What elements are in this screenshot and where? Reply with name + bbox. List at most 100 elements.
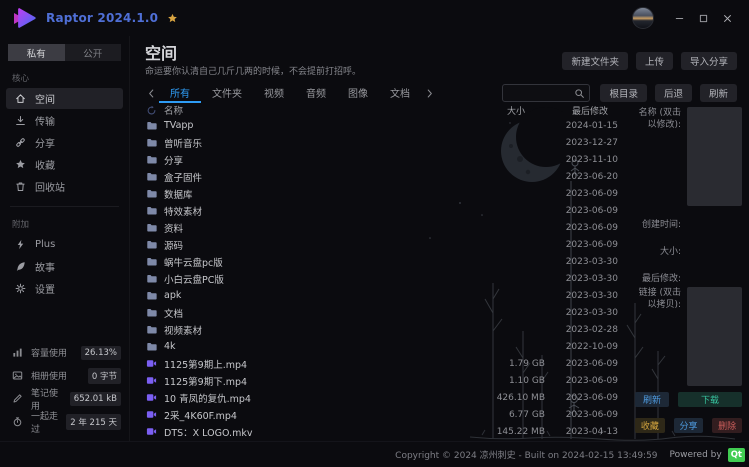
name-box[interactable]	[687, 107, 742, 206]
download-button[interactable]: 下载	[678, 392, 742, 407]
search-box[interactable]	[502, 84, 591, 102]
table-row[interactable]: DTS：X LOGO.mkv 145.22 MB 2023-04-13	[130, 423, 618, 440]
import-share-button[interactable]: 导入分享	[680, 52, 737, 70]
row-modified: 2023-06-09	[565, 188, 618, 199]
table-row[interactable]: 4k 2022-10-09	[130, 338, 618, 355]
column-header-name[interactable]: 名称	[164, 103, 183, 117]
tab-all[interactable]: 所有	[159, 83, 201, 103]
folder-icon	[146, 222, 157, 233]
stat-notes-usage: 笔记使用 652.01 kB	[0, 387, 129, 412]
row-modified: 2023-03-30	[565, 290, 618, 301]
tabs-scroll-left-icon[interactable]	[143, 88, 159, 99]
tab-folders[interactable]: 文件夹	[201, 83, 253, 103]
tab-audio[interactable]: 音频	[295, 83, 337, 103]
tab-videos[interactable]: 视频	[253, 83, 295, 103]
table-row[interactable]: 蜗牛云盘pc版 2023-03-30	[130, 253, 618, 270]
stat-value: 0 字节	[87, 367, 121, 384]
modified-label: 最后修改:	[641, 274, 681, 284]
link-box[interactable]	[687, 287, 742, 386]
table-row[interactable]: 曾听音乐 2023-12-27	[130, 134, 618, 151]
sidebar-item-plus[interactable]: Plus	[6, 234, 123, 255]
search-input[interactable]	[508, 88, 575, 98]
watch-icon	[12, 416, 23, 427]
row-modified: 2023-03-30	[565, 256, 618, 267]
app-window: Raptor 2024.1.0 私有 公开 核心 空间 传输 分享 收藏 回收站…	[0, 0, 749, 467]
field-link: 链接 (双击以拷贝):	[635, 287, 742, 386]
maximize-button[interactable]	[691, 7, 715, 29]
refresh-detail-button[interactable]: 刷新	[635, 392, 670, 407]
delete-button[interactable]: 删除	[712, 418, 743, 433]
sidebar-item-share[interactable]: 分享	[6, 132, 123, 153]
folder-icon	[146, 154, 157, 165]
close-button[interactable]	[715, 7, 739, 29]
table-row[interactable]: 10 青凤的复仇.mp4 426.10 MB 2023-06-09	[130, 389, 618, 406]
tab-public[interactable]: 公开	[64, 44, 121, 61]
minimize-button[interactable]	[667, 7, 691, 29]
folder-icon	[146, 188, 157, 199]
table-row[interactable]: TVapp 2024-01-15	[130, 117, 618, 134]
size-label: 大小:	[659, 247, 681, 257]
table-row[interactable]: 源码 2023-06-09	[130, 236, 618, 253]
table-row[interactable]: 数据库 2023-06-09	[130, 185, 618, 202]
tab-private[interactable]: 私有	[8, 44, 65, 61]
pen-icon	[12, 393, 23, 404]
table-row[interactable]: apk 2023-03-30	[130, 287, 618, 304]
list-rows: TVapp 2024-01-15 曾听音乐 2023-12-27 分享 2023…	[130, 117, 618, 441]
table-row[interactable]: 盒子固件 2023-06-20	[130, 168, 618, 185]
table-row[interactable]: 文档 2023-03-30	[130, 304, 618, 321]
chart-icon	[12, 347, 23, 358]
powered-by-text: Powered by	[669, 449, 722, 460]
name-label: 名称 (双击以修改):	[638, 108, 681, 130]
video-icon	[146, 358, 157, 369]
sidebar-item-transfer[interactable]: 传输	[6, 110, 123, 131]
titlebar: Raptor 2024.1.0	[0, 0, 749, 36]
table-row[interactable]: 视频素材 2023-02-28	[130, 321, 618, 338]
table-row[interactable]: 资料 2023-06-09	[130, 219, 618, 236]
row-modified: 2023-11-10	[565, 154, 618, 165]
created-value	[687, 219, 742, 231]
sidebar-stats: 容量使用 26.13% 相册使用 0 字节 笔记使用 652.01 kB 一起走…	[0, 341, 129, 435]
refresh-button[interactable]: 刷新	[699, 84, 737, 102]
video-icon	[146, 392, 157, 403]
tab-images[interactable]: 图像	[337, 83, 379, 103]
sidebar: 私有 公开 核心 空间 传输 分享 收藏 回收站 附加 Plus 故事 设置 容…	[0, 36, 130, 441]
details-button-row: 收藏 分享 删除	[635, 418, 743, 433]
column-header-size[interactable]: 大小	[455, 104, 545, 117]
field-name: 名称 (双击以修改):	[635, 107, 742, 206]
row-modified: 2023-06-09	[565, 222, 618, 233]
table-row[interactable]: 小白云盘PC版 2023-03-30	[130, 270, 618, 287]
sidebar-item-favorites[interactable]: 收藏	[6, 154, 123, 175]
row-modified: 2023-06-09	[565, 409, 618, 420]
share-file-button[interactable]: 分享	[673, 418, 704, 433]
new-folder-button[interactable]: 新建文件夹	[562, 52, 628, 70]
row-modified: 2023-12-27	[565, 137, 618, 148]
folder-icon	[146, 307, 157, 318]
stat-album-usage: 相册使用 0 字节	[0, 364, 129, 387]
tabs-scroll-right-icon[interactable]	[421, 88, 437, 99]
sidebar-item-space[interactable]: 空间	[6, 88, 123, 109]
sidebar-item-settings[interactable]: 设置	[6, 278, 123, 299]
row-modified: 2023-06-09	[565, 392, 618, 403]
user-avatar[interactable]	[632, 7, 654, 29]
table-row[interactable]: 1125第9期下.mp4 1.10 GB 2023-06-09	[130, 372, 618, 389]
row-modified: 2022-10-09	[565, 341, 618, 352]
folder-icon	[146, 137, 157, 148]
table-row[interactable]: 2采_4K60F.mp4 6.77 GB 2023-06-09	[130, 406, 618, 423]
column-header-modified[interactable]: 最后修改	[545, 104, 618, 117]
favorite-button[interactable]: 收藏	[635, 418, 665, 433]
row-size: 145.22 MB	[496, 426, 545, 437]
table-row[interactable]: 特效素材 2023-06-09	[130, 202, 618, 219]
folder-icon	[146, 171, 157, 182]
back-button[interactable]: 后退	[654, 84, 692, 102]
sidebar-item-story[interactable]: 故事	[6, 256, 123, 277]
table-row[interactable]: 分享 2023-11-10	[130, 151, 618, 168]
row-modified: 2023-02-28	[565, 324, 618, 335]
refresh-circle-icon[interactable]	[146, 105, 157, 116]
upload-button[interactable]: 上传	[635, 52, 673, 70]
table-row[interactable]: 1125第9期上.mp4 1.79 GB 2023-06-09	[130, 355, 618, 372]
root-dir-button[interactable]: 根目录	[600, 84, 647, 102]
video-icon	[146, 409, 157, 420]
tab-docs[interactable]: 文档	[379, 83, 421, 103]
sidebar-item-recycle-bin[interactable]: 回收站	[6, 176, 123, 197]
